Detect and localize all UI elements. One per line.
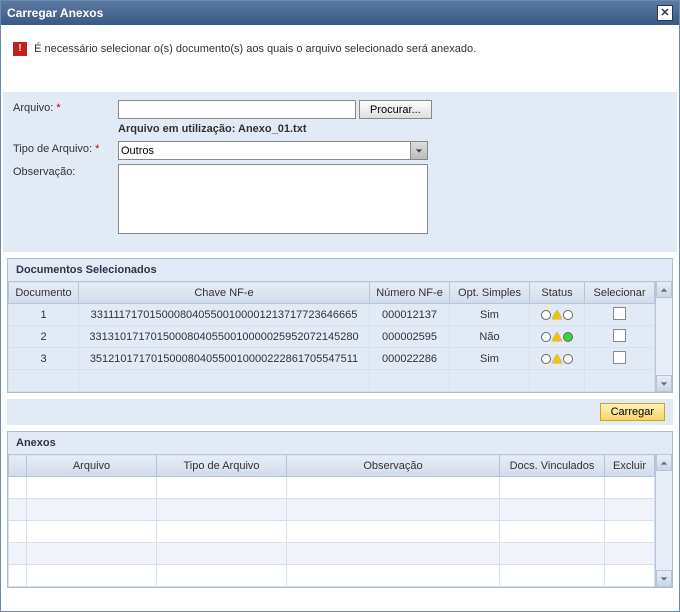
- anexos-row-empty: [9, 543, 655, 565]
- close-icon[interactable]: ✕: [657, 5, 673, 21]
- obs-row: Observação:: [13, 164, 667, 234]
- col-status[interactable]: Status: [530, 282, 585, 304]
- col-docs[interactable]: Docs. Vinculados: [500, 455, 605, 477]
- anexos-row-empty: [9, 499, 655, 521]
- col-opt[interactable]: Opt. Simples: [450, 282, 530, 304]
- docs-header-row: Documento Chave NF-e Número NF-e Opt. Si…: [9, 282, 655, 304]
- scrollbar-track[interactable]: [656, 471, 672, 570]
- anexos-row-empty: [9, 521, 655, 543]
- file-row: Arquivo:* Procurar...: [13, 100, 667, 119]
- docs-panel-title: Documentos Selecionados: [8, 259, 672, 281]
- col-selecionar[interactable]: Selecionar: [585, 282, 655, 304]
- col-chave[interactable]: Chave NF-e: [79, 282, 370, 304]
- cell-status: [530, 348, 585, 370]
- cell-chave: 3311117170150008040550010000121371772364…: [79, 304, 370, 326]
- anexos-header-row: Arquivo Tipo de Arquivo Observação Docs.…: [9, 455, 655, 477]
- anexos-grid: Arquivo Tipo de Arquivo Observação Docs.…: [8, 454, 655, 587]
- file-input[interactable]: [118, 100, 356, 119]
- cell-chave: 3512101717015000804055001000022286170554…: [79, 348, 370, 370]
- docs-grid: Documento Chave NF-e Número NF-e Opt. Si…: [8, 281, 655, 392]
- anexos-row-empty: [9, 477, 655, 499]
- type-select-wrap: Outros: [118, 141, 428, 160]
- file-in-use-name: Anexo_01.txt: [238, 123, 306, 135]
- action-bar: Carregar: [7, 399, 673, 425]
- obs-label: Observação:: [13, 164, 118, 178]
- scroll-up-icon[interactable]: [656, 454, 672, 471]
- type-row: Tipo de Arquivo:* Outros: [13, 141, 667, 160]
- required-marker: *: [95, 143, 99, 155]
- cell-status: [530, 304, 585, 326]
- cell-select: [585, 348, 655, 370]
- cell-numero: 000012137: [370, 304, 450, 326]
- row-checkbox[interactable]: [613, 307, 626, 320]
- table-row[interactable]: 1 33111171701500080405500100001213717723…: [9, 304, 655, 326]
- cell-idx: 1: [9, 304, 79, 326]
- col-tipo[interactable]: Tipo de Arquivo: [157, 455, 287, 477]
- type-label: Tipo de Arquivo:*: [13, 141, 118, 155]
- cell-numero: 000022286: [370, 348, 450, 370]
- table-row-empty: [9, 370, 655, 392]
- type-select[interactable]: Outros: [118, 141, 428, 160]
- cell-opt: Sim: [450, 348, 530, 370]
- col-arquivo[interactable]: Arquivo: [27, 455, 157, 477]
- file-label: Arquivo:*: [13, 100, 118, 114]
- required-marker: *: [56, 102, 60, 114]
- table-row[interactable]: 3 35121017170150008040550010000222861705…: [9, 348, 655, 370]
- cell-numero: 000002595: [370, 326, 450, 348]
- validation-message-text: É necessário selecionar o(s) documento(s…: [34, 43, 476, 55]
- col-documento[interactable]: Documento: [9, 282, 79, 304]
- anexos-grid-wrap: Arquivo Tipo de Arquivo Observação Docs.…: [8, 454, 672, 587]
- observation-textarea[interactable]: [118, 164, 428, 234]
- scrollbar-track[interactable]: [656, 298, 672, 375]
- file-in-use: Arquivo em utilização: Anexo_01.txt: [118, 123, 667, 135]
- browse-button[interactable]: Procurar...: [359, 100, 432, 119]
- scrollbar[interactable]: [655, 281, 672, 392]
- cell-idx: 2: [9, 326, 79, 348]
- scroll-down-icon[interactable]: [656, 570, 672, 587]
- row-checkbox[interactable]: [613, 329, 626, 342]
- cell-status: [530, 326, 585, 348]
- table-row[interactable]: 2 33131017170150008040550010000025952072…: [9, 326, 655, 348]
- cell-opt: Não: [450, 326, 530, 348]
- anexos-panel: Anexos Arquivo Tipo de Arquivo Observaç: [7, 431, 673, 588]
- cell-idx: 3: [9, 348, 79, 370]
- modal: Carregar Anexos ✕ ! É necessário selecio…: [0, 0, 680, 612]
- cell-chave: 3313101717015000804055001000002595207214…: [79, 326, 370, 348]
- anexos-panel-title: Anexos: [8, 432, 672, 454]
- titlebar: Carregar Anexos ✕: [1, 1, 679, 25]
- form-area: Arquivo:* Procurar... Arquivo em utiliza…: [3, 92, 677, 252]
- col-excluir[interactable]: Excluir: [605, 455, 655, 477]
- scrollbar[interactable]: [655, 454, 672, 587]
- scroll-up-icon[interactable]: [656, 281, 672, 298]
- col-numero[interactable]: Número NF-e: [370, 282, 450, 304]
- error-icon: !: [13, 42, 27, 56]
- modal-title: Carregar Anexos: [7, 6, 103, 20]
- row-checkbox[interactable]: [613, 351, 626, 364]
- anexos-row-empty: [9, 565, 655, 587]
- modal-content: ! É necessário selecionar o(s) documento…: [1, 25, 679, 602]
- col-obs[interactable]: Observação: [287, 455, 500, 477]
- cell-select: [585, 304, 655, 326]
- carregar-button[interactable]: Carregar: [600, 403, 665, 421]
- docs-grid-wrap: Documento Chave NF-e Número NF-e Opt. Si…: [8, 281, 672, 392]
- docs-panel: Documentos Selecionados Documento Chave …: [7, 258, 673, 393]
- cell-opt: Sim: [450, 304, 530, 326]
- validation-message: ! É necessário selecionar o(s) documento…: [3, 27, 677, 86]
- col-expand: [9, 455, 27, 477]
- scroll-down-icon[interactable]: [656, 375, 672, 392]
- cell-select: [585, 326, 655, 348]
